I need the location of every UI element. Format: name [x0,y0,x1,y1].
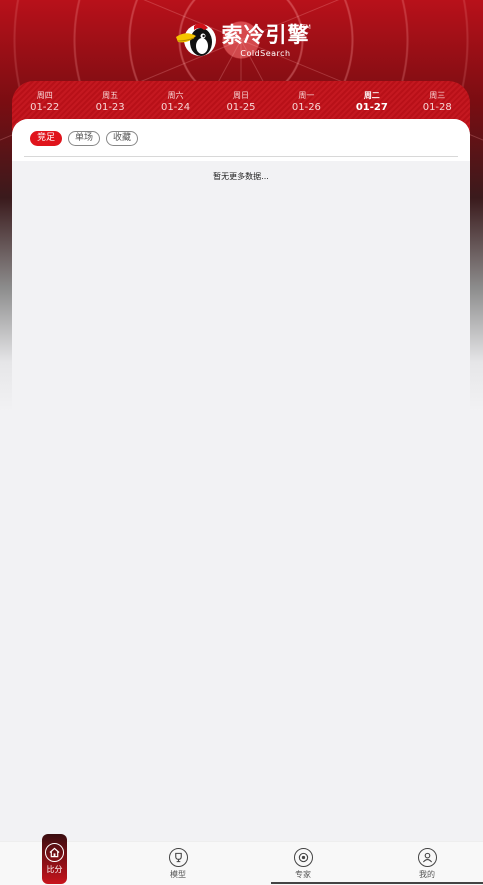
tab-expert[interactable]: 专家 [283,842,323,885]
brand-logo: 索冷引擎 ColdSearch [0,20,483,60]
date-tab-2[interactable]: 周六 01-24 [147,90,205,114]
date-value: 01-24 [161,102,191,113]
date-tab-5[interactable]: 周二 01-27 [343,90,401,114]
empty-message: 暂无更多数据... [213,172,269,181]
date-tab-4[interactable]: 周一 01-26 [277,90,335,114]
brand-name-en: ColdSearch [240,48,291,58]
date-weekday: 周四 [36,91,53,100]
date-value: 01-28 [422,102,452,113]
tab-label: 比分 [46,865,63,874]
date-value: 01-23 [95,102,125,113]
tab-mine[interactable]: 我的 [407,842,447,885]
date-weekday: 周一 [298,91,315,100]
date-weekday: 周日 [232,91,249,100]
match-panel: 竞足 单场 收藏 暂无更多数据... [12,119,470,841]
scroll-indicator [271,882,483,884]
home-icon [45,843,64,862]
filter-favorites[interactable]: 收藏 [106,131,139,146]
date-tab-0[interactable]: 周四 01-22 [16,90,74,114]
bottom-tab-bar: 比分 模型 专家 我的 [0,834,483,885]
expert-icon [293,848,313,867]
date-weekday: 周五 [102,91,119,100]
tab-model[interactable]: 模型 [158,842,198,885]
filter-jingzu[interactable]: 竞足 [30,131,63,146]
date-weekday: 周二 [363,91,380,100]
tab-label: 模型 [170,870,186,879]
date-tab-1[interactable]: 周五 01-23 [81,90,139,114]
date-weekday: 周六 [167,91,184,100]
trophy-icon [168,848,188,867]
brand-name: 索冷引擎 [221,22,310,47]
filter-bar: 竞足 单场 收藏 [12,119,470,161]
filter-danchang[interactable]: 单场 [68,131,101,146]
date-value: 01-22 [30,102,60,113]
trademark-mark: TM [302,24,311,31]
penguin-logo-icon [174,22,218,58]
date-tab-6[interactable]: 周三 01-28 [408,90,466,114]
tab-label: 专家 [295,870,311,879]
date-value: 01-25 [226,102,256,113]
date-tab-3[interactable]: 周日 01-25 [212,90,270,114]
tab-score[interactable]: 比分 [42,834,67,884]
date-value: 01-27 [355,102,388,113]
user-icon [417,848,437,867]
date-value: 01-26 [291,102,321,113]
date-weekday: 周三 [429,91,446,100]
tab-label: 我的 [419,870,435,879]
